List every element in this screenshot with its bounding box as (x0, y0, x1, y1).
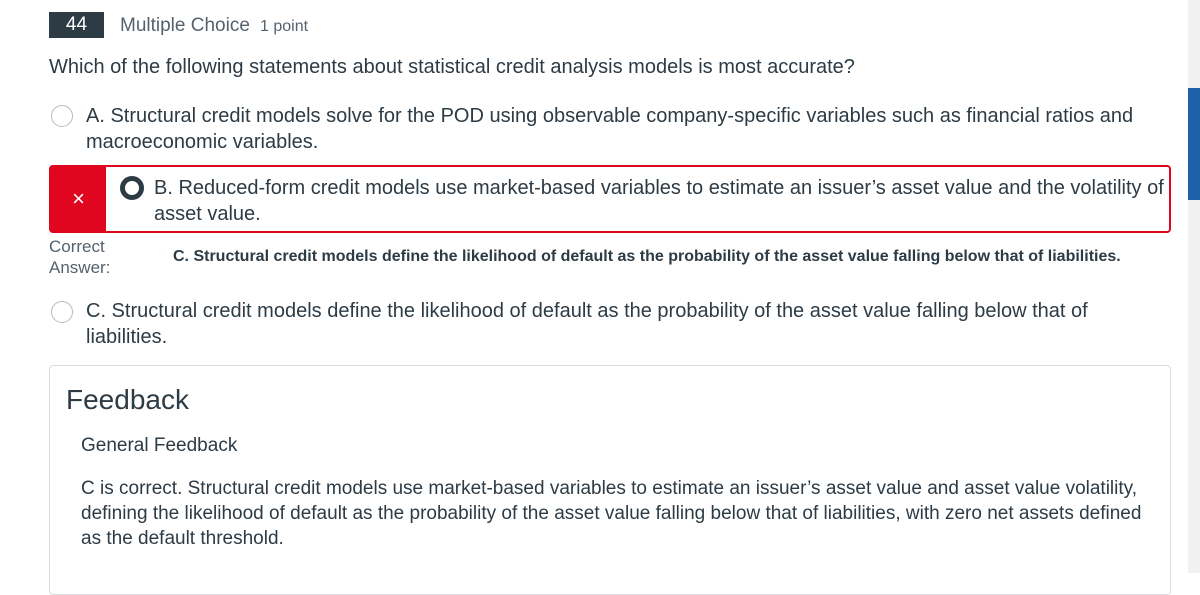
feedback-body: C is correct. Structural credit models u… (81, 478, 1142, 549)
option-b-radio[interactable] (120, 176, 144, 200)
general-feedback-heading: General Feedback (81, 435, 238, 456)
question-type: Multiple Choice (120, 15, 250, 36)
correct-answer-label: Correct Answer: (49, 237, 111, 277)
option-b-label[interactable]: B. Reduced-form credit models use market… (154, 175, 1166, 227)
correct-answer-text: C. Structural credit models define the l… (173, 248, 1121, 265)
question-number-badge: 44 (49, 12, 104, 38)
feedback-title: Feedback (66, 384, 189, 415)
scrollbar-thumb[interactable] (1188, 88, 1200, 200)
feedback-panel: Feedback General Feedback C is correct. … (49, 365, 1171, 595)
option-a-label[interactable]: A. Structural credit models solve for th… (86, 103, 1156, 155)
question-text: Which of the following statements about … (49, 56, 855, 78)
option-c-label[interactable]: C. Structural credit models define the l… (86, 298, 1136, 350)
scrollbar-track[interactable] (1188, 0, 1200, 573)
question-points: 1 point (260, 18, 309, 35)
incorrect-x-icon: × (51, 167, 106, 231)
option-a-radio[interactable] (51, 105, 73, 127)
option-c-radio[interactable] (51, 301, 73, 323)
